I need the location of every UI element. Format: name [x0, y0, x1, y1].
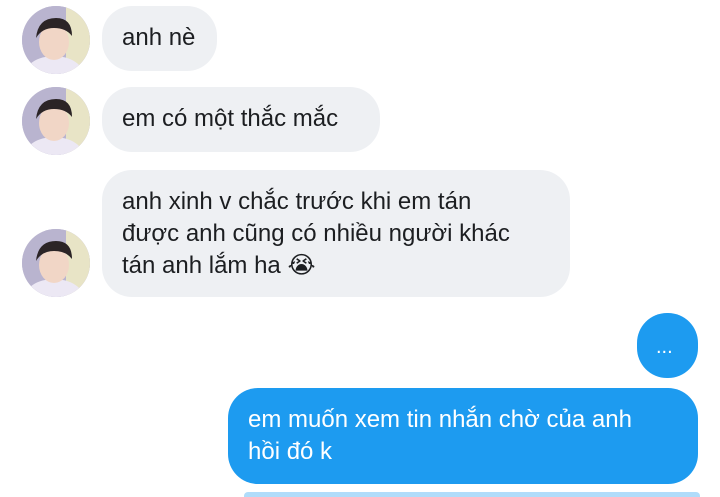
dm-conversation: { "conversation": { "messages": [ { "sen…: [0, 0, 720, 497]
next-message-edge: [244, 492, 700, 497]
message-bubble-outgoing[interactable]: em muốn xem tin nhắn chờ của anh hồi đó …: [228, 388, 698, 484]
message-bubble-incoming[interactable]: anh nè: [102, 6, 217, 71]
message-bubble-outgoing[interactable]: ...: [637, 313, 698, 378]
avatar[interactable]: [22, 6, 90, 74]
message-bubble-incoming[interactable]: em có một thắc mắc: [102, 87, 380, 152]
message-bubble-incoming[interactable]: anh xinh v chắc trước khi em tán được an…: [102, 170, 570, 297]
avatar[interactable]: [22, 229, 90, 297]
avatar[interactable]: [22, 87, 90, 155]
